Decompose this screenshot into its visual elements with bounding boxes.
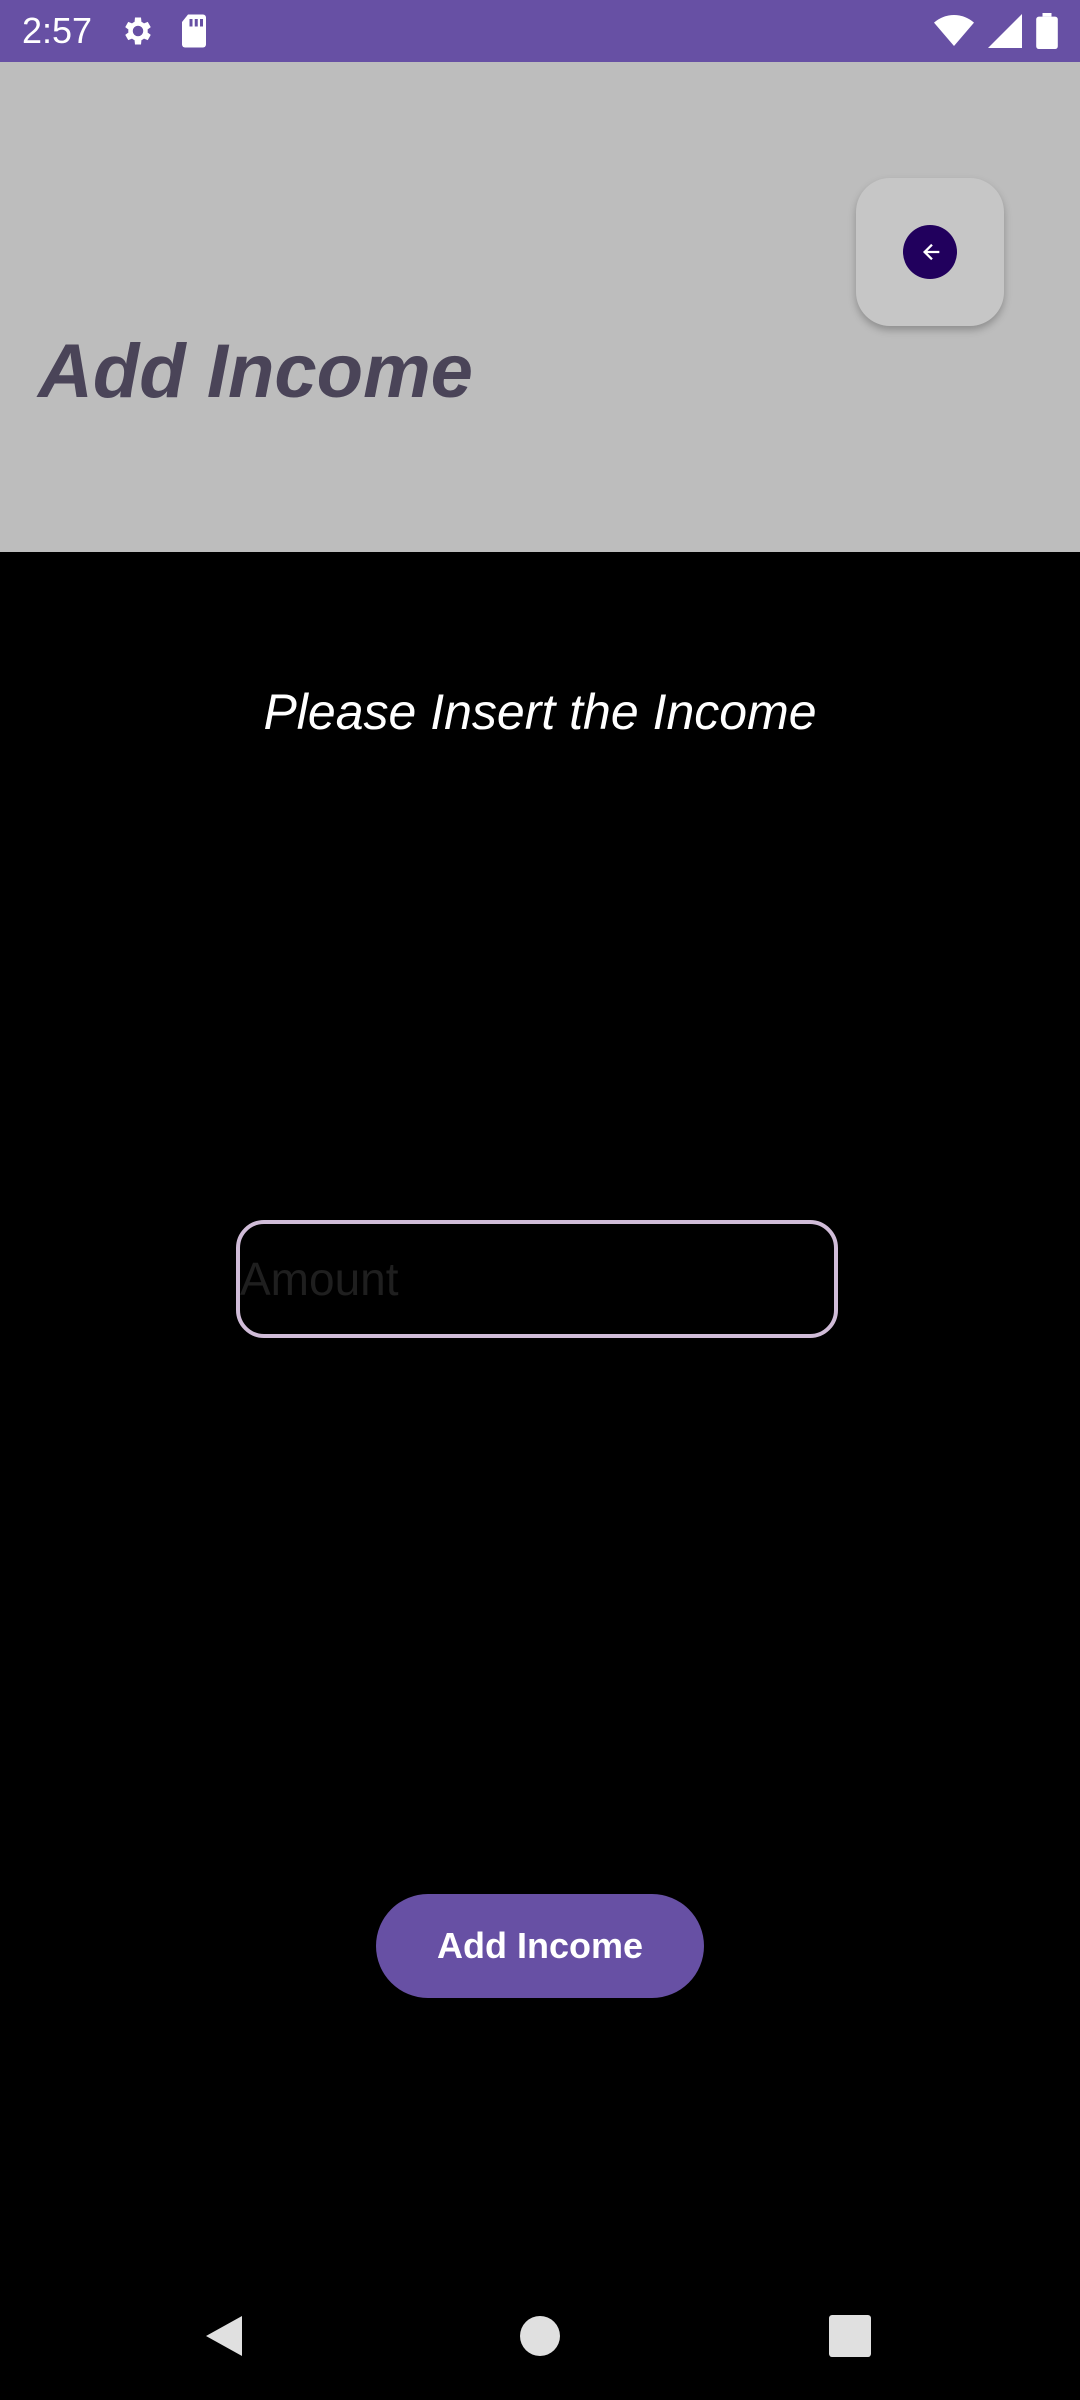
- signal-icon: [988, 14, 1022, 48]
- sheet-title: Please Insert the Income: [263, 684, 817, 740]
- status-left-icons: [120, 13, 210, 49]
- battery-icon: [1036, 13, 1058, 49]
- status-time: 2:57: [22, 10, 93, 51]
- arrow-left-icon: [903, 225, 957, 279]
- settings-icon: [120, 13, 156, 49]
- sd-card-icon: [178, 13, 210, 49]
- wifi-icon: [934, 14, 974, 48]
- add-income-button[interactable]: Add Income: [376, 1894, 704, 1998]
- income-sheet: Please Insert the Income Add Income: [0, 552, 1080, 2272]
- recents-icon[interactable]: [822, 2308, 878, 2364]
- back-button[interactable]: [856, 178, 1004, 326]
- status-right-icons: [934, 13, 1058, 49]
- home-icon[interactable]: [512, 2308, 568, 2364]
- status-bar: 2:57: [0, 0, 1080, 62]
- back-icon[interactable]: [196, 2308, 252, 2364]
- amount-input[interactable]: [236, 1220, 838, 1338]
- page-title: Add Income: [38, 329, 473, 414]
- navigation-bar: [0, 2272, 1080, 2400]
- header: Add Income: [0, 62, 1080, 552]
